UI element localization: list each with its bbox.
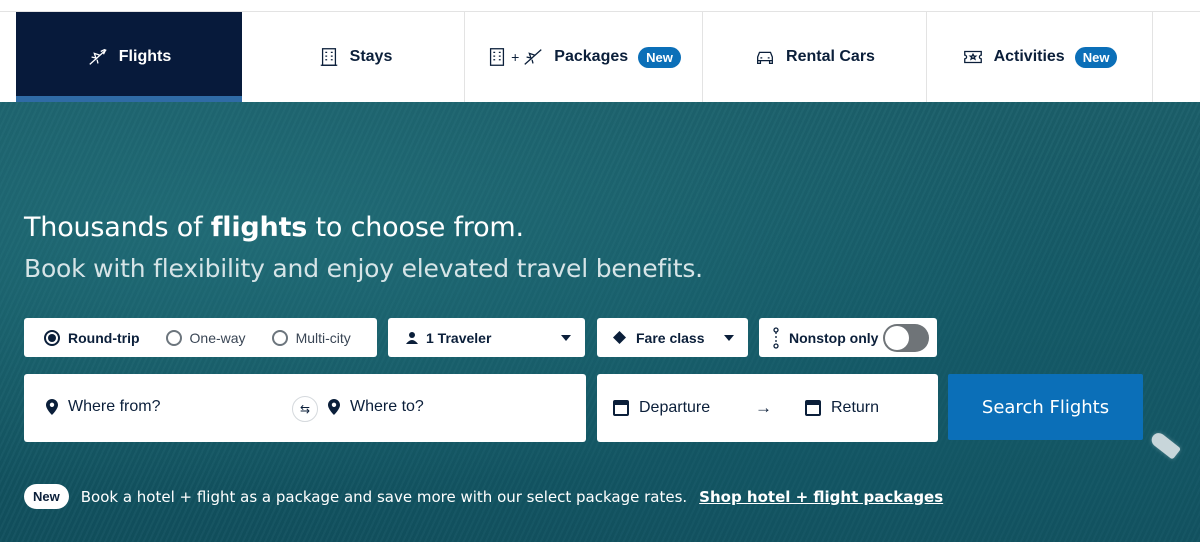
tab-stays[interactable]: Stays bbox=[246, 12, 465, 102]
package-promo: New Book a hotel + flight as a package a… bbox=[24, 484, 943, 509]
search-flights-button[interactable]: Search Flights bbox=[948, 374, 1143, 440]
radio-round-trip[interactable]: Round-trip bbox=[44, 329, 140, 346]
origin-field[interactable]: Where from? bbox=[46, 398, 160, 416]
tab-label: Packages bbox=[554, 48, 629, 65]
product-tab-bar: Flights Stays + Packages New Rental Cars… bbox=[0, 12, 1200, 102]
tab-label: Stays bbox=[349, 48, 393, 65]
tab-label: Flights bbox=[118, 48, 172, 65]
arrow-right-icon: → bbox=[755, 398, 772, 417]
swap-icon: ⇆ bbox=[299, 402, 311, 416]
return-date-field[interactable]: Return bbox=[805, 399, 879, 417]
tab-flights[interactable]: Flights bbox=[16, 12, 246, 102]
plane-icon bbox=[89, 48, 107, 65]
route-stops-icon bbox=[773, 326, 779, 349]
tab-label: Rental Cars bbox=[786, 48, 875, 65]
tab-label: Activities bbox=[993, 48, 1065, 65]
fare-class-dropdown[interactable]: Fare class bbox=[597, 318, 748, 357]
person-icon bbox=[406, 331, 418, 344]
flight-search-hero: Thousands of flights to choose from. Boo… bbox=[0, 102, 1200, 542]
diamond-icon bbox=[613, 331, 626, 344]
trip-type-selector: Round-trip One-way Multi-city bbox=[24, 318, 377, 357]
tab-activities[interactable]: Activities New bbox=[927, 12, 1153, 102]
top-border bbox=[0, 0, 1200, 12]
calendar-icon bbox=[805, 400, 821, 416]
calendar-icon bbox=[613, 400, 629, 416]
date-fields: Departure → Return bbox=[597, 374, 938, 442]
shop-packages-link[interactable]: Shop hotel + flight packages bbox=[699, 488, 943, 506]
hotel-plus-plane-icon: + bbox=[486, 46, 544, 68]
swap-route-button[interactable]: ⇆ bbox=[292, 396, 318, 422]
car-icon bbox=[757, 51, 774, 65]
radio-multi-city[interactable]: Multi-city bbox=[271, 329, 351, 346]
tab-packages[interactable]: + Packages New bbox=[465, 12, 703, 102]
nonstop-toggle[interactable] bbox=[883, 323, 929, 352]
hero-headline: Thousands of flights to choose from. bbox=[24, 212, 524, 243]
boat-image bbox=[1148, 430, 1182, 460]
tab-rental-cars[interactable]: Rental Cars bbox=[703, 12, 927, 102]
departure-date-field[interactable]: Departure bbox=[613, 399, 710, 417]
ticket-icon bbox=[963, 50, 982, 64]
location-pin-icon bbox=[328, 399, 340, 415]
nonstop-toggle-panel: Nonstop only bbox=[759, 318, 937, 357]
chevron-down-icon bbox=[561, 334, 571, 341]
destination-field[interactable]: Where to? bbox=[328, 398, 424, 416]
new-badge: New bbox=[1074, 46, 1118, 68]
new-badge: New bbox=[638, 46, 681, 68]
promo-text: Book a hotel + flight as a package and s… bbox=[80, 487, 688, 506]
location-pin-icon bbox=[46, 399, 58, 415]
hero-subhead: Book with flexibility and enjoy elevated… bbox=[24, 254, 703, 283]
new-badge: New bbox=[24, 484, 69, 509]
radio-one-way[interactable]: One-way bbox=[165, 329, 246, 346]
chevron-down-icon bbox=[724, 334, 734, 341]
hotel-icon bbox=[320, 48, 337, 66]
travelers-dropdown[interactable]: 1 Traveler bbox=[388, 318, 585, 357]
route-fields: Where from? ⇆ Where to? bbox=[24, 374, 586, 442]
